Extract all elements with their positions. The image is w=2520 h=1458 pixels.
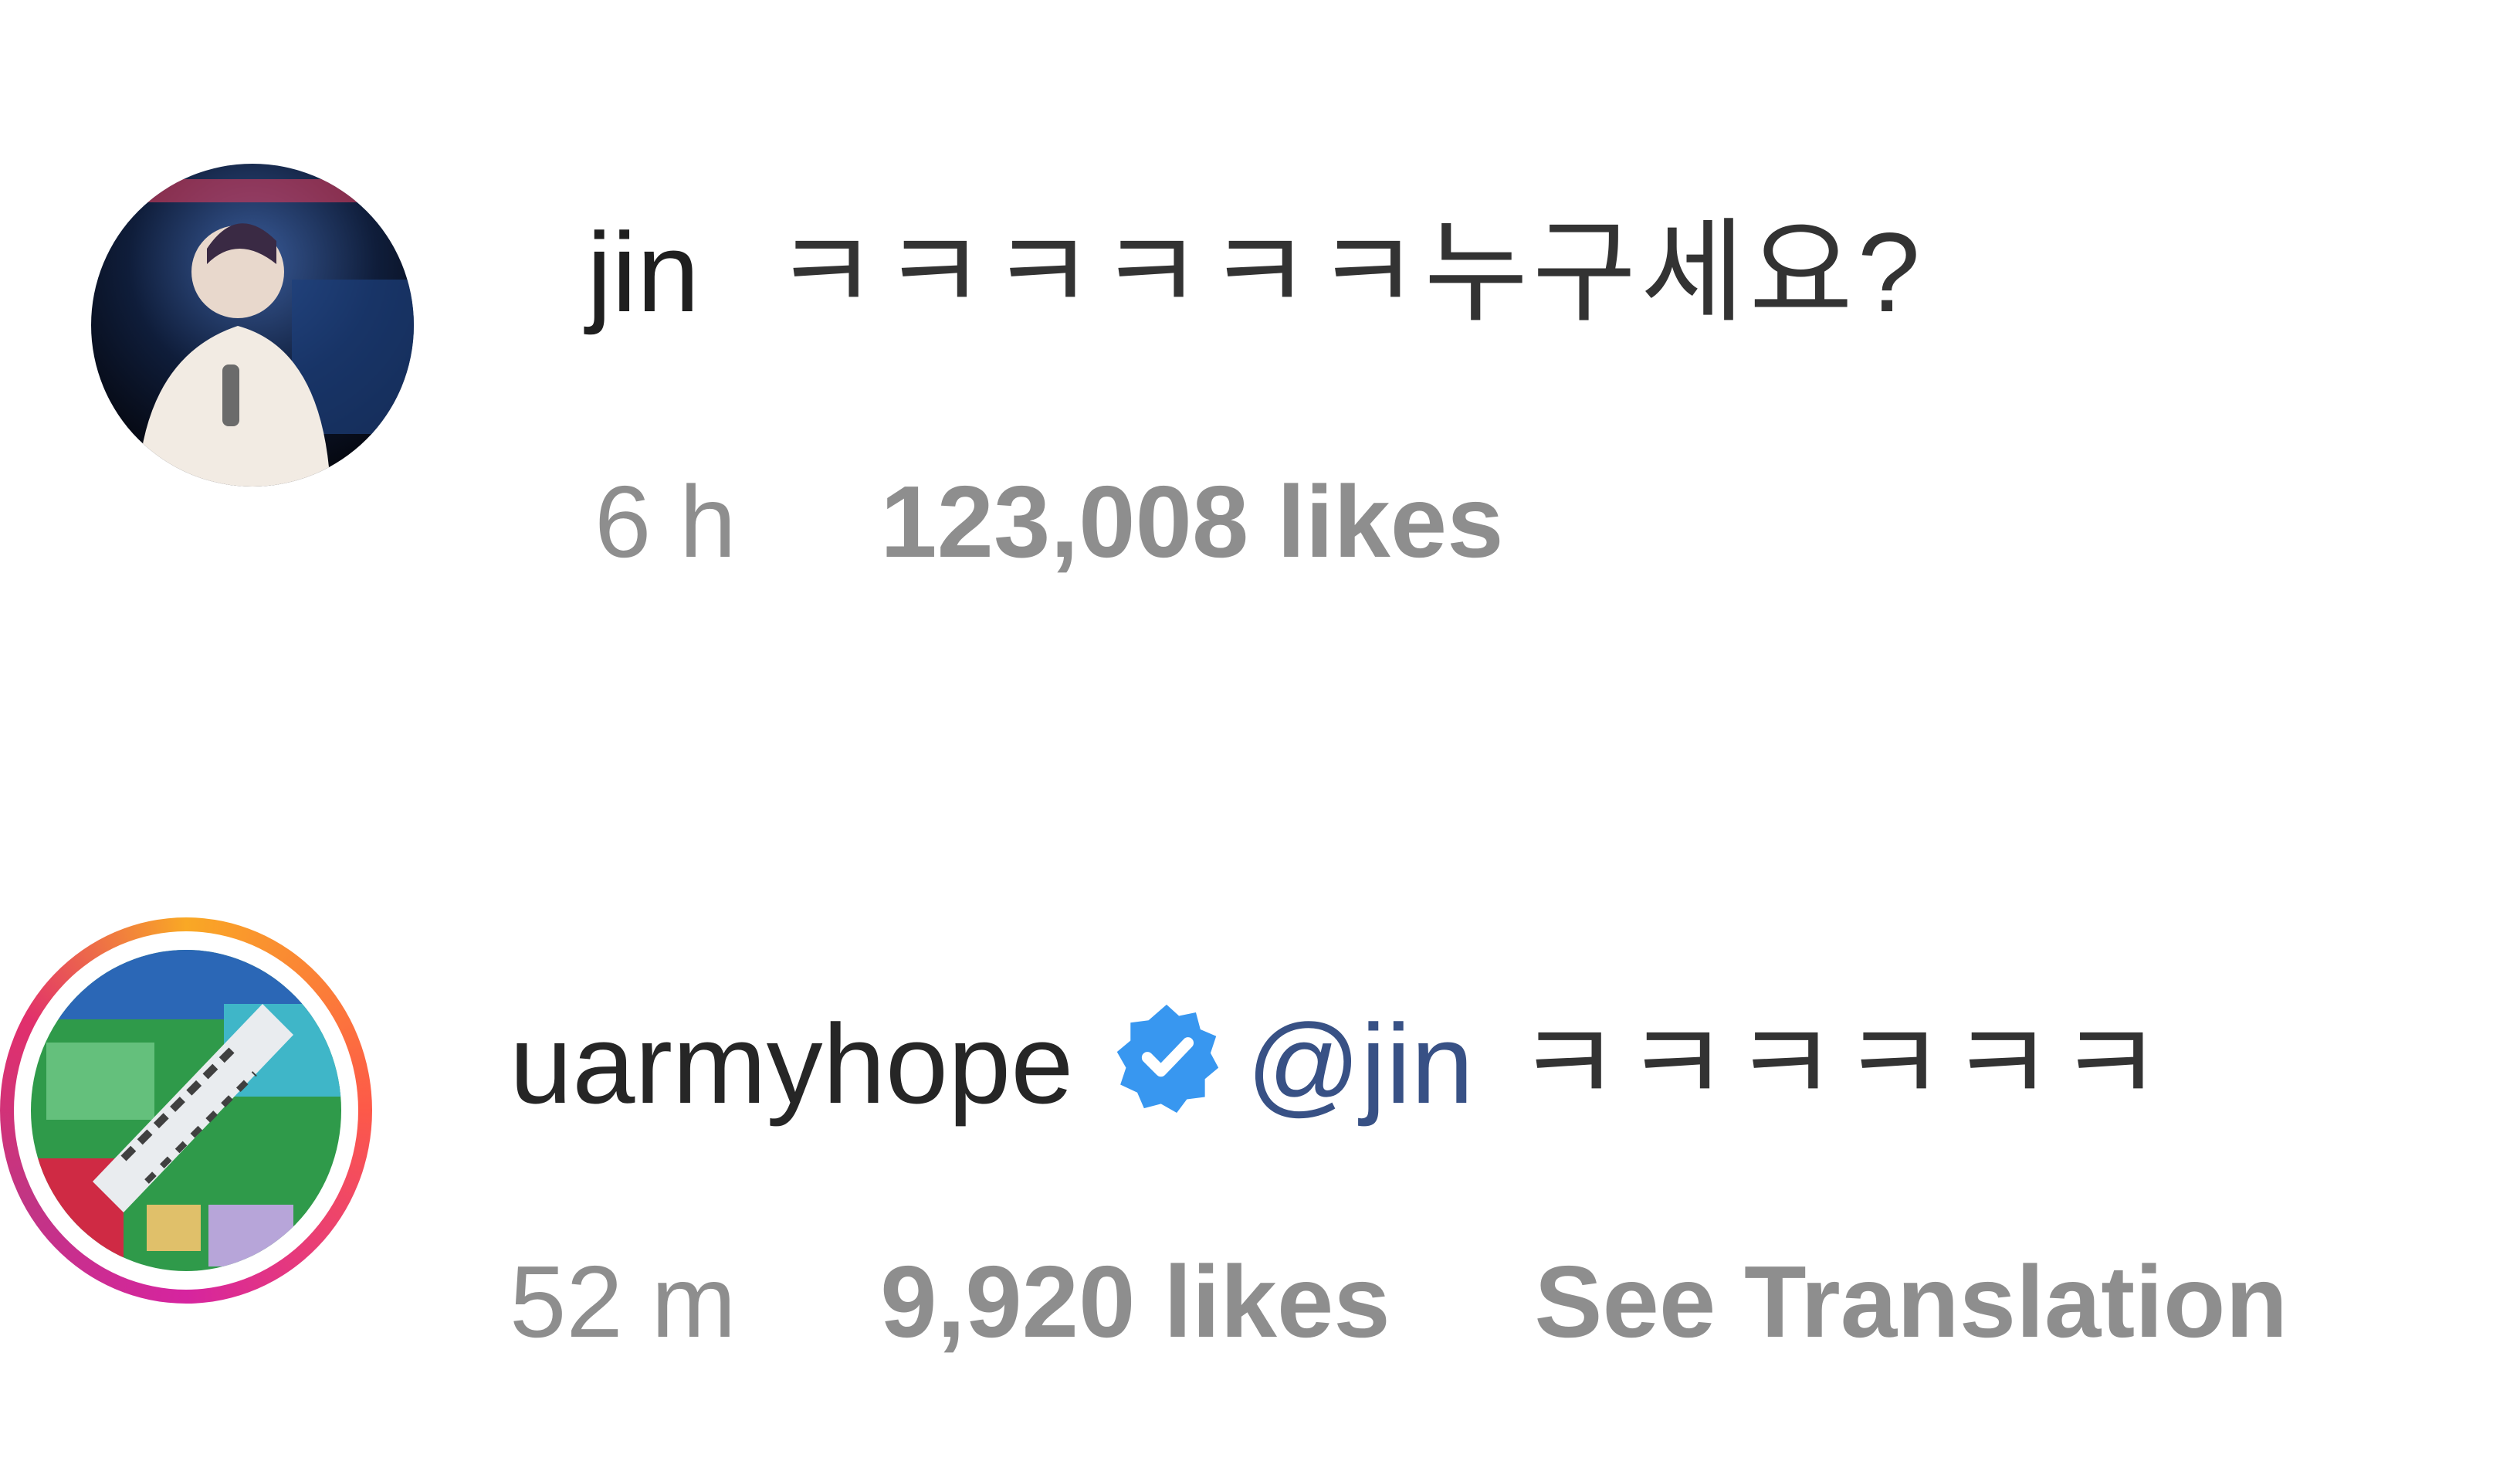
comment-meta: 52 m 9,920 likes See Translation	[510, 1251, 2288, 1353]
see-translation-button[interactable]: See Translation	[1534, 1245, 2288, 1358]
likes-count-button[interactable]: 9,920 likes	[880, 1245, 1390, 1358]
comment-timestamp: 52 m	[510, 1245, 737, 1358]
comment-text: ㅋㅋㅋㅋㅋㅋ	[1516, 1001, 2167, 1127]
comments-screen: jin ㅋㅋㅋㅋㅋㅋ누구세요? 6 h 123,008 likes uarmyh…	[0, 0, 2520, 1458]
mention-link[interactable]: @jin	[1246, 1001, 1473, 1127]
comment-line: uarmyhope @jin ㅋㅋㅋㅋㅋㅋ	[510, 1004, 2167, 1138]
comment-username[interactable]: uarmyhope	[510, 1001, 1073, 1127]
comment-item: uarmyhope @jin ㅋㅋㅋㅋㅋㅋ 52 m 9,920 likes Se…	[0, 0, 2520, 1458]
verified-badge-icon	[1110, 1000, 1223, 1131]
avatar[interactable]	[31, 950, 341, 1271]
